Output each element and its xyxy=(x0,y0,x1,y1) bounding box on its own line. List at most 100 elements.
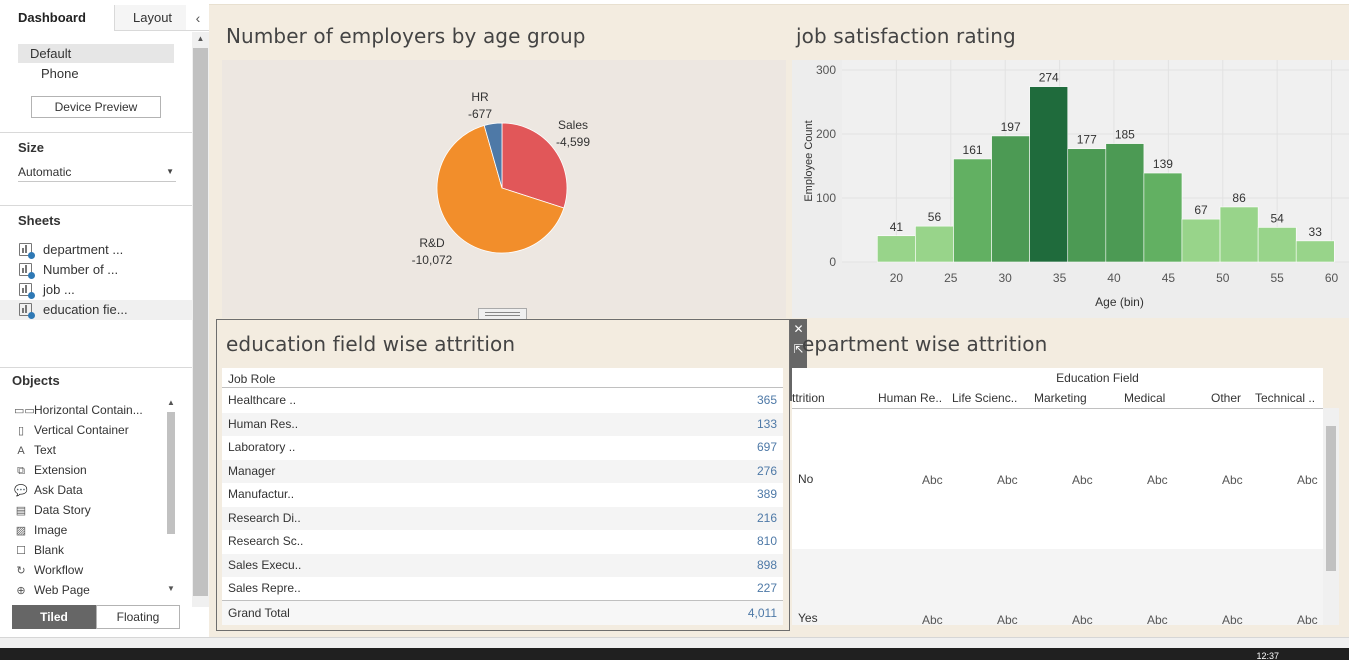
objects-scrollbar[interactable]: ▲ ▼ xyxy=(164,396,178,596)
column-header[interactable]: Technical .. xyxy=(1255,388,1315,408)
column-header[interactable]: Human Re.. xyxy=(878,388,942,408)
histogram-bar[interactable] xyxy=(1219,206,1259,263)
panel-scrollbar[interactable]: ▲ xyxy=(192,32,209,607)
column-header[interactable]: Other xyxy=(1211,388,1241,408)
object-item[interactable]: ▭▭Horizontal Contain... xyxy=(14,400,143,420)
department-table[interactable]: Education Field ttrition Human Re.. Life… xyxy=(792,368,1323,627)
attrition-header[interactable]: ttrition xyxy=(792,388,825,408)
bar-value-label: 33 xyxy=(1309,225,1323,239)
scroll-thumb[interactable] xyxy=(167,412,175,534)
job-role-cell: Healthcare .. xyxy=(228,393,297,407)
education-table[interactable]: Job Role Healthcare .. 365 Human Res.. 133 L… xyxy=(222,368,783,625)
table-row[interactable]: Manager 276 xyxy=(222,459,783,483)
histogram-bar[interactable] xyxy=(1029,86,1069,263)
tiled-button[interactable]: Tiled xyxy=(12,605,96,629)
worksheet-icon xyxy=(19,263,35,279)
cell: Abc xyxy=(922,473,943,487)
tab-layout[interactable]: Layout xyxy=(114,5,186,31)
bar-value-label: 56 xyxy=(928,210,942,224)
canvas-top-edge xyxy=(209,0,1349,5)
bar-value-label: 161 xyxy=(963,143,983,157)
department-scrollbar[interactable] xyxy=(1323,408,1339,625)
table-row[interactable]: Healthcare .. 365 xyxy=(222,389,783,413)
table-row[interactable]: Sales Repre.. 227 xyxy=(222,577,783,601)
device-default[interactable]: Default xyxy=(18,44,174,63)
histogram-bar[interactable] xyxy=(1067,148,1107,263)
histogram-bar[interactable] xyxy=(991,135,1030,263)
divider xyxy=(0,367,192,368)
job-role-cell: Laboratory .. xyxy=(228,440,296,454)
value-cell: 898 xyxy=(756,557,777,572)
value-cell: 697 xyxy=(756,440,777,454)
row-label: Yes xyxy=(798,611,818,625)
object-item[interactable]: ⊕ Web Page xyxy=(14,580,89,600)
table-row[interactable]: Research Sc.. 810 xyxy=(222,530,783,554)
extension-icon: ⧉ xyxy=(17,465,25,477)
column-header-job-role[interactable]: Job Role xyxy=(222,368,783,388)
table-row[interactable]: Research Di.. 216 xyxy=(222,506,783,530)
histogram-bar[interactable] xyxy=(915,225,954,263)
column-header[interactable]: Life Scienc.. xyxy=(952,388,1017,408)
column-header[interactable]: Marketing xyxy=(1034,388,1087,408)
object-item[interactable]: ⧉ Extension xyxy=(14,460,87,480)
histogram-bar[interactable] xyxy=(953,158,992,263)
table-row[interactable]: Sales Execu.. 898 xyxy=(222,553,783,577)
table-row[interactable]: Laboratory .. 697 xyxy=(222,436,783,460)
left-panel: Dashboard Layout ‹ ▲ Default Phone Devic… xyxy=(0,0,209,637)
object-item[interactable]: ▤ Data Story xyxy=(14,500,91,520)
object-item[interactable]: ▨ Image xyxy=(14,520,68,540)
y-tick-label: 100 xyxy=(816,191,836,205)
floating-button[interactable]: Floating xyxy=(96,605,180,629)
table-row[interactable]: Manufactur.. 389 xyxy=(222,483,783,507)
histogram-area[interactable]: 0 100 200 300 41 56 161 197 274 177 185 139 67 86 54 33… xyxy=(792,60,1349,318)
scroll-down-icon[interactable]: ▼ xyxy=(164,584,178,593)
object-item[interactable]: A Text xyxy=(14,440,56,460)
column-header[interactable]: Medical xyxy=(1124,388,1165,408)
sheet-tab-bar xyxy=(0,637,1349,648)
object-item[interactable]: 💬 Ask Data xyxy=(14,480,83,500)
scroll-thumb[interactable] xyxy=(193,48,208,596)
job-role-cell: Sales Repre.. xyxy=(228,581,301,595)
worksheet-icon xyxy=(19,303,35,319)
cell: Abc xyxy=(1297,613,1318,627)
education-field-header[interactable]: Education Field xyxy=(792,368,1323,388)
device-preview-button[interactable]: Device Preview xyxy=(31,96,161,118)
x-tick-label: 40 xyxy=(1107,271,1121,285)
device-phone[interactable]: Phone xyxy=(41,64,79,83)
cell: Abc xyxy=(997,473,1018,487)
size-dropdown[interactable]: Automatic ▼ xyxy=(18,162,176,182)
pie-chart-area[interactable]: Sales -4,599 R&D -10,072 HR -677 xyxy=(222,60,786,318)
sheet-item-department[interactable]: department ... xyxy=(0,240,192,260)
collapse-panel-icon[interactable]: ‹ xyxy=(191,5,205,31)
histogram-bar[interactable] xyxy=(1181,218,1221,263)
object-label: Workflow xyxy=(34,563,84,577)
sheet-label: Number of ... xyxy=(43,262,119,277)
sheet-item-number[interactable]: Number of ... xyxy=(0,260,192,280)
horizontal-container-icon: ▭▭ xyxy=(14,405,35,417)
object-label: Image xyxy=(34,523,68,537)
histogram-bar[interactable] xyxy=(1105,143,1145,263)
object-item[interactable]: ☐ Blank xyxy=(14,540,64,560)
x-tick-label: 25 xyxy=(944,271,958,285)
grand-total-value: 4,011 xyxy=(747,606,777,620)
histogram-bar[interactable] xyxy=(1257,227,1297,263)
divider xyxy=(0,205,192,206)
sheet-item-job[interactable]: job ... xyxy=(0,280,192,300)
job-role-cell: Manufactur.. xyxy=(228,487,295,501)
scroll-up-icon[interactable]: ▲ xyxy=(192,34,209,43)
table-row[interactable]: Human Res.. 133 xyxy=(222,412,783,436)
histogram-chart[interactable]: 0 100 200 300 41 56 161 197 274 177 185 139 67 86 54 33… xyxy=(792,60,1349,318)
object-item[interactable]: ↻ Workflow xyxy=(14,560,83,580)
data-story-icon: ▤ xyxy=(15,505,27,517)
tab-dashboard[interactable]: Dashboard xyxy=(0,5,114,31)
histogram-bar[interactable] xyxy=(1143,172,1183,263)
x-tick-label: 35 xyxy=(1053,271,1067,285)
scroll-thumb[interactable] xyxy=(1326,426,1336,571)
sheet-item-education[interactable]: education fie... xyxy=(0,300,192,320)
histogram-bar[interactable] xyxy=(877,235,916,263)
histogram-bar[interactable] xyxy=(1295,240,1335,263)
pie-chart[interactable]: Sales -4,599 R&D -10,072 HR -677 xyxy=(222,60,786,318)
bar-value-label: 185 xyxy=(1115,128,1135,142)
scroll-up-icon[interactable]: ▲ xyxy=(164,398,178,407)
object-item[interactable]: ▯ Vertical Container xyxy=(14,420,129,440)
